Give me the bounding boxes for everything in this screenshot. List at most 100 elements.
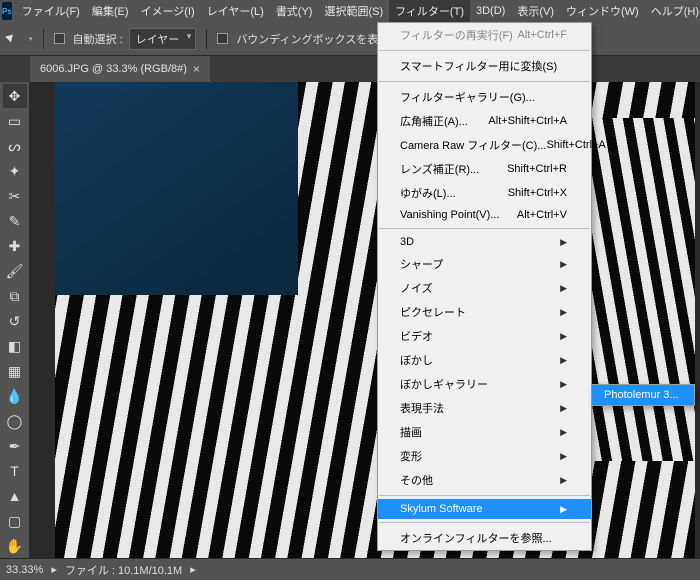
menuitem-rerun-filter[interactable]: フィルターの再実行(F) Alt+Ctrl+F [378, 23, 591, 47]
menuitem-label: ノイズ [400, 280, 433, 296]
history-brush-tool[interactable]: ↺ [3, 309, 27, 333]
menuitem-label: Photolemur 3... [604, 389, 679, 401]
clone-stamp-tool[interactable]: ⧉ [3, 284, 27, 308]
canvas[interactable] [30, 82, 700, 558]
menuitem-label: その他 [400, 472, 433, 488]
auto-select-checkbox[interactable] [54, 33, 65, 44]
menuitem-noise[interactable]: ノイズ ▶ [378, 276, 591, 300]
menuitem-label: Vanishing Point(V)... [400, 209, 499, 221]
rectangle-tool[interactable]: ▢ [3, 509, 27, 533]
menuitem-shortcut: Alt+Shift+Ctrl+A [488, 115, 567, 127]
dodge-tool[interactable]: ◯ [3, 409, 27, 433]
menuitem-shortcut: Alt+Ctrl+F [517, 29, 567, 41]
menuitem-label: レンズ補正(R)... [400, 161, 479, 177]
type-tool[interactable]: T [3, 459, 27, 483]
gradient-tool[interactable]: ▦ [3, 359, 27, 383]
menuitem-other[interactable]: その他▶ [378, 468, 591, 492]
chevron-right-icon[interactable]: ▸ [51, 563, 57, 576]
menuitem-label: フィルターの再実行(F) [400, 27, 513, 43]
menu-file[interactable]: ファイル(F) [16, 0, 86, 22]
menuitem-label: オンラインフィルターを参照... [400, 530, 552, 546]
menuitem-label: ぼかし [400, 352, 433, 368]
menuitem-blur-gallery[interactable]: ぼかしギャラリー▶ [378, 372, 591, 396]
status-bar: 33.33% ▸ ファイル : 10.1M/10.1M ▸ [0, 558, 700, 580]
menuitem-browse-online[interactable]: オンラインフィルターを参照... [378, 526, 591, 550]
chevron-down-icon[interactable]: ▾ [29, 35, 33, 43]
menu-layer[interactable]: レイヤー(L) [201, 0, 270, 22]
menuitem-blur[interactable]: ぼかし▶ [378, 348, 591, 372]
close-icon[interactable]: × [193, 62, 200, 76]
menuitem-label: ぼかしギャラリー [400, 376, 488, 392]
menuitem-label: ビデオ [400, 328, 433, 344]
pen-tool[interactable]: ✒ [3, 434, 27, 458]
menuitem-label: 3D [400, 236, 414, 248]
menuitem-photolemur[interactable]: Photolemur 3... [592, 385, 694, 405]
brush-tool[interactable]: 🖌 [3, 259, 27, 283]
magic-wand-tool[interactable]: ✦ [3, 159, 27, 183]
menuitem-label: スマートフィルター用に変換(S) [400, 58, 557, 74]
menuitem-label: フィルターギャラリー(G)... [400, 89, 535, 105]
menuitem-label: 表現手法 [400, 400, 444, 416]
chevron-right-icon: ▶ [560, 307, 567, 318]
bbox-checkbox[interactable] [217, 33, 228, 44]
menu-3d[interactable]: 3D(D) [470, 2, 511, 20]
menuitem-distort[interactable]: 変形 ▶ [378, 444, 591, 468]
menu-filter[interactable]: フィルター(T) [389, 0, 470, 22]
menu-separator [379, 495, 590, 496]
menuitem-filter-gallery[interactable]: フィルターギャラリー(G)... [378, 85, 591, 109]
tool-palette: ✥ ▭ ᔕ ✦ ✂ ✎ ✚ 🖌 ⧉ ↺ ◧ ▦ 💧 ◯ ✒ T ▲ ▢ ✋ [0, 82, 30, 558]
menuitem-pixelate[interactable]: ピクセレート ▶ [378, 300, 591, 324]
menuitem-label: ピクセレート [400, 304, 466, 320]
menu-separator [379, 81, 590, 82]
menuitem-stylize[interactable]: 表現手法▶ [378, 396, 591, 420]
lasso-tool[interactable]: ᔕ [3, 134, 27, 158]
hand-tool[interactable]: ✋ [3, 534, 27, 558]
menuitem-video[interactable]: ビデオ ▶ [378, 324, 591, 348]
skylum-submenu: Photolemur 3... [591, 384, 695, 406]
menuitem-liquify[interactable]: ゆがみ(L)... Shift+Ctrl+X [378, 181, 591, 205]
document-image [55, 82, 695, 558]
blur-tool[interactable]: 💧 [3, 384, 27, 408]
chevron-right-icon: ▶ [560, 451, 567, 462]
menuitem-label: 広角補正(A)... [400, 113, 468, 129]
menuitem-lens-correction[interactable]: レンズ補正(R)... Shift+Ctrl+R [378, 157, 591, 181]
menu-separator [379, 522, 590, 523]
menu-window[interactable]: ウィンドウ(W) [560, 0, 645, 22]
chevron-right-icon: ▶ [560, 331, 567, 342]
layer-select[interactable]: レイヤー [129, 28, 197, 50]
document-tab[interactable]: 6006.JPG @ 33.3% (RGB/8#) × [30, 56, 210, 82]
menuitem-vanishing-point[interactable]: Vanishing Point(V)... Alt+Ctrl+V [378, 205, 591, 225]
menu-image[interactable]: イメージ(I) [135, 0, 201, 22]
filter-menu-popup: フィルターの再実行(F) Alt+Ctrl+F スマートフィルター用に変換(S)… [377, 22, 592, 551]
menuitem-3d[interactable]: 3D▶ [378, 232, 591, 252]
menu-view[interactable]: 表示(V) [511, 0, 560, 22]
path-selection-tool[interactable]: ▲ [3, 484, 27, 508]
marquee-tool[interactable]: ▭ [3, 109, 27, 133]
menu-select[interactable]: 選択範囲(S) [318, 0, 389, 22]
healing-brush-tool[interactable]: ✚ [3, 234, 27, 258]
menu-edit[interactable]: 編集(E) [86, 0, 135, 22]
crop-tool[interactable]: ✂ [3, 184, 27, 208]
eraser-tool[interactable]: ◧ [3, 334, 27, 358]
chevron-right-icon[interactable]: ▸ [190, 563, 196, 576]
menu-help[interactable]: ヘルプ(H) [645, 0, 700, 22]
menuitem-skylum-software[interactable]: Skylum Software▶ [378, 499, 591, 519]
menuitem-label: 変形 [400, 448, 422, 464]
menu-type[interactable]: 書式(Y) [270, 0, 319, 22]
divider [43, 29, 44, 49]
menuitem-adaptive-wide[interactable]: 広角補正(A)... Alt+Shift+Ctrl+A [378, 109, 591, 133]
divider [206, 29, 207, 49]
main-area: ✥ ▭ ᔕ ✦ ✂ ✎ ✚ 🖌 ⧉ ↺ ◧ ▦ 💧 ◯ ✒ T ▲ ▢ ✋ [0, 82, 700, 558]
menuitem-convert-smart[interactable]: スマートフィルター用に変換(S) [378, 54, 591, 78]
move-tool[interactable]: ✥ [3, 84, 27, 108]
chevron-right-icon: ▶ [560, 283, 567, 294]
eyedropper-tool[interactable]: ✎ [3, 209, 27, 233]
menuitem-render[interactable]: 描画▶ [378, 420, 591, 444]
menuitem-shortcut: Shift+Ctrl+A [546, 139, 605, 151]
options-bar: ▾ 自動選択 : レイヤー バウンディングボックスを表示 [0, 22, 700, 56]
zoom-level[interactable]: 33.33% [6, 564, 43, 576]
menuitem-sharpen[interactable]: シャープ▶ [378, 252, 591, 276]
menu-separator [379, 228, 590, 229]
auto-select-label: 自動選択 : [73, 31, 123, 47]
menuitem-camera-raw[interactable]: Camera Raw フィルター(C)... Shift+Ctrl+A [378, 133, 591, 157]
